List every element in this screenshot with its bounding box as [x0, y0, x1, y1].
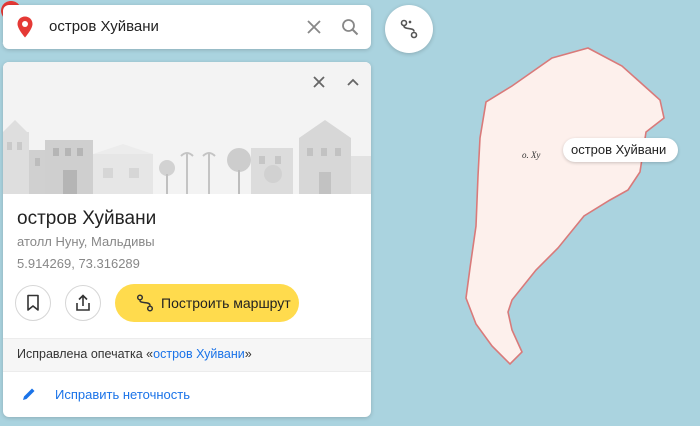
search-icon[interactable] — [341, 18, 359, 36]
island-shape — [465, 47, 665, 366]
bookmark-icon — [27, 294, 39, 311]
pencil-icon — [23, 388, 35, 400]
route-button[interactable] — [385, 5, 433, 53]
build-route-button[interactable]: Построить маршрут — [115, 284, 299, 322]
typo-notice: Исправлена опечатка «остров Хуйвани» — [3, 338, 371, 372]
search-bar: остров Хуйвани — [3, 5, 371, 49]
share-button[interactable] — [65, 285, 101, 321]
route-icon — [136, 294, 154, 312]
original-query-link[interactable]: остров Хуйвани — [153, 347, 245, 361]
bookmark-button[interactable] — [15, 285, 51, 321]
location-pin-icon — [17, 16, 33, 38]
close-icon[interactable] — [306, 19, 322, 35]
place-card: остров Хуйвани атолл Нуну, Мальдивы 5.91… — [3, 62, 371, 417]
share-icon — [76, 294, 90, 311]
route-icon — [400, 19, 418, 39]
typo-notice-prefix: Исправлена опечатка « — [17, 347, 154, 361]
place-subtitle: атолл Нуну, Мальдивы — [17, 234, 155, 249]
report-inaccuracy-label: Исправить неточность — [55, 387, 190, 402]
island-map-label: о. Ху — [522, 150, 541, 160]
typo-notice-text: Исправлена опечатка «остров Хуйвани» — [17, 347, 252, 361]
report-inaccuracy-button[interactable]: Исправить неточность — [3, 378, 371, 412]
build-route-label: Построить маршрут — [161, 295, 291, 311]
chevron-up-icon[interactable] — [343, 72, 363, 92]
map-pin-label[interactable]: остров Хуйвани — [563, 138, 679, 162]
place-coordinates: 5.914269, 73.316289 — [17, 256, 140, 271]
search-input[interactable]: остров Хуйвани — [49, 18, 159, 35]
place-title: остров Хуйвани — [17, 208, 157, 229]
close-card-icon[interactable] — [309, 72, 329, 92]
typo-notice-suffix: » — [244, 347, 252, 361]
